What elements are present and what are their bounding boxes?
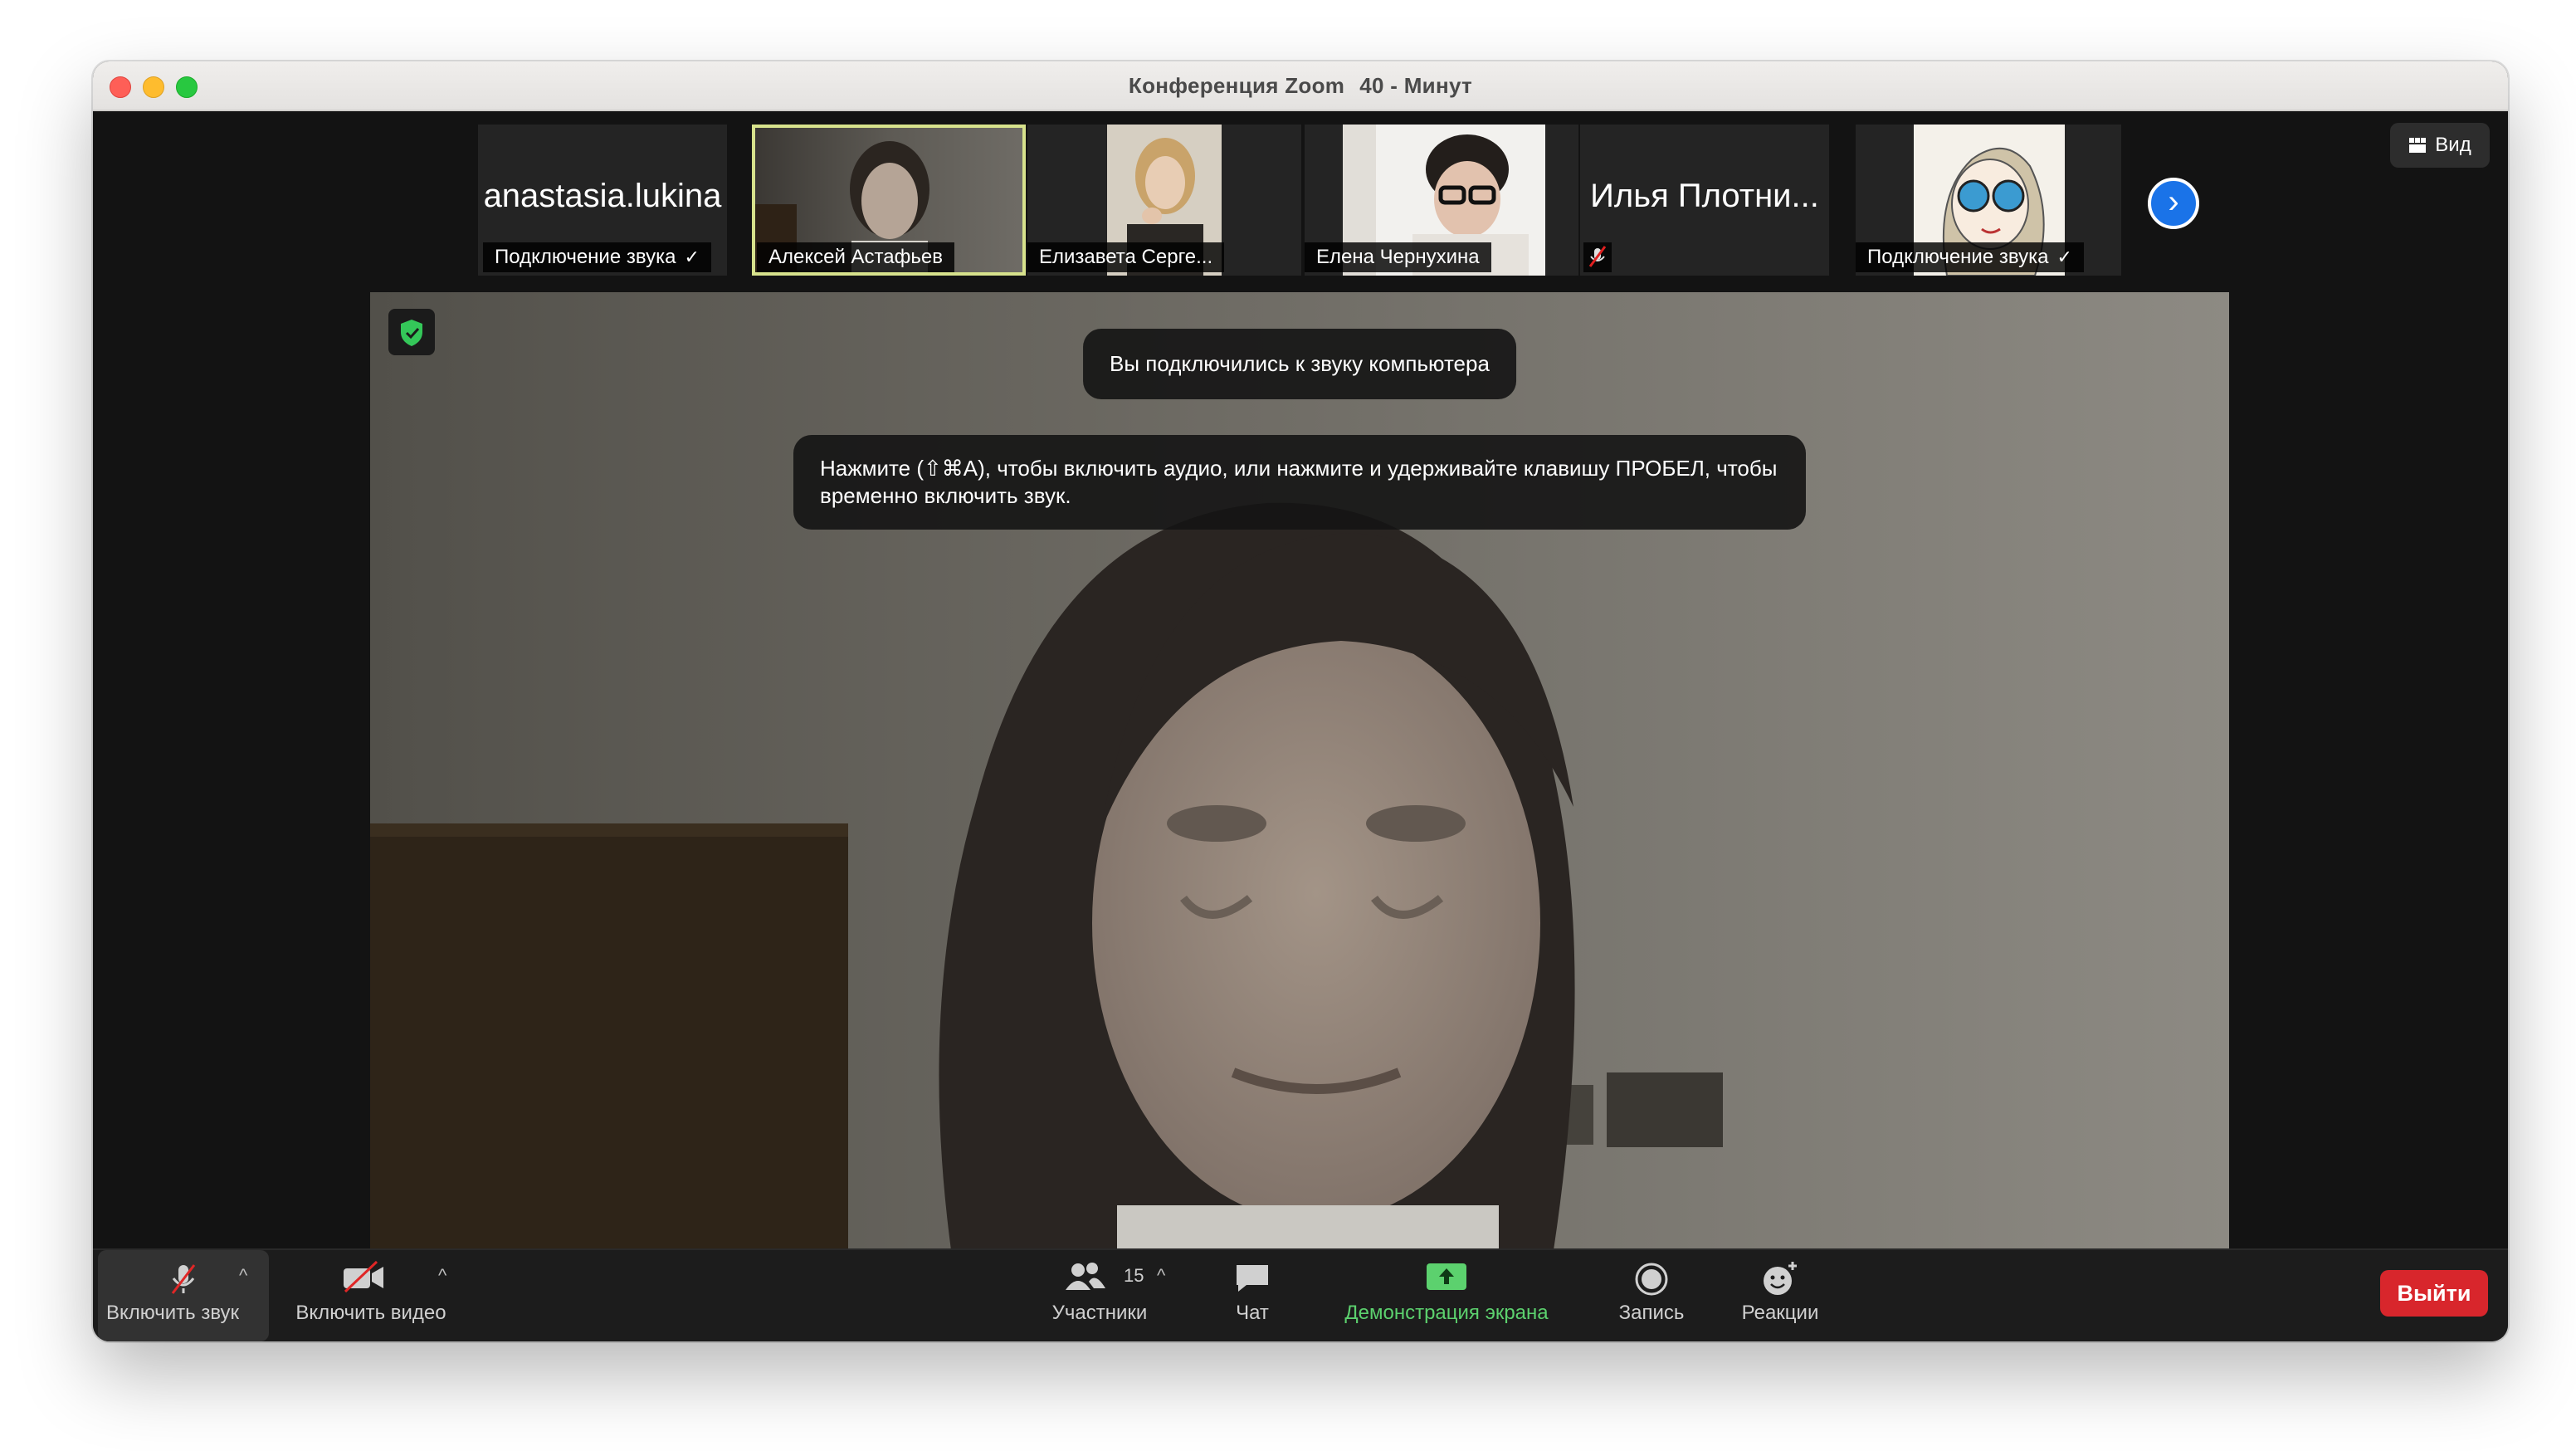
participant-caption: Подключение звука ✓ [1856, 242, 2084, 272]
video-options-caret[interactable]: ^ [438, 1265, 446, 1287]
participant-caption-text: Елена Чернухина [1316, 246, 1480, 268]
participant-tile-ilya[interactable]: Илья Плотни... [1580, 125, 1829, 276]
participant-tile-elizaveta[interactable]: Елизавета Серге... [1027, 125, 1301, 276]
participant-tile-aleksey[interactable]: Алексей Астафьев [752, 125, 1026, 276]
participant-name: anastasia.lukina [483, 178, 722, 214]
record-label: Запись [1618, 1302, 1685, 1324]
check-icon: ✓ [2056, 247, 2072, 267]
participants-count: 15 [1124, 1265, 1144, 1286]
participant-tile-anastasia[interactable]: anastasia.lukina Подключение звука ✓ [478, 125, 727, 276]
meeting-stage: anastasia.lukina Подключение звука ✓ Алек [93, 111, 2508, 1250]
leave-meeting-button[interactable]: Выйти [2380, 1270, 2488, 1317]
unmute-hint-toast: Нажмите (⇧⌘A), чтобы включить аудио, или… [793, 435, 1806, 530]
start-video-label: Включить видео [295, 1302, 446, 1324]
share-screen-button[interactable]: Демонстрация экрана [1320, 1250, 1573, 1341]
participant-caption-text: Алексей Астафьев [768, 246, 943, 268]
participants-button[interactable]: 15 ^ Участники [1022, 1250, 1177, 1341]
share-screen-label: Демонстрация экрана [1344, 1302, 1549, 1324]
audio-connected-toast: Вы подключились к звуку компьютера [1083, 329, 1516, 399]
participant-caption-text: Подключение звука [495, 246, 676, 268]
chat-button[interactable]: Чат [1215, 1250, 1290, 1341]
chevron-right-icon: › [2168, 183, 2179, 220]
active-speaker-video: Вы подключились к звуку компьютера Нажми… [370, 292, 2229, 1250]
participant-caption-text: Подключение звука [1867, 246, 2049, 268]
view-button[interactable]: Вид [2390, 123, 2490, 168]
participant-tile-avatar[interactable]: Подключение звука ✓ [1856, 125, 2121, 276]
video-off-icon [344, 1260, 383, 1293]
check-icon: ✓ [684, 247, 700, 267]
unmute-button[interactable]: ^ Включить звук [98, 1250, 269, 1341]
reactions-button[interactable]: Реакции [1726, 1250, 1834, 1341]
meeting-timer: 40 - Минут [1359, 73, 1473, 98]
meeting-toolbar: ^ Включить звук ^ Включить видео 15 ^ Уч… [93, 1248, 2508, 1341]
unmute-label: Включить звук [106, 1302, 240, 1324]
muted-mic-icon [1583, 242, 1612, 272]
view-grid-icon [2409, 138, 2427, 153]
security-shield-icon[interactable] [388, 309, 435, 355]
participant-caption-text: Елизавета Серге... [1039, 246, 1213, 268]
chat-icon [1237, 1265, 1268, 1292]
participants-icon [1066, 1263, 1105, 1290]
start-video-button[interactable]: ^ Включить видео [281, 1250, 461, 1341]
chat-label: Чат [1236, 1302, 1269, 1324]
window-title: Конференция Zoom 40 - Минут [93, 73, 2508, 99]
record-icon [1635, 1263, 1668, 1296]
muted-mic-icon [171, 1264, 196, 1294]
zoom-window: Конференция Zoom 40 - Минут anastasia.luk… [93, 61, 2508, 1341]
participant-caption: Елена Чернухина [1305, 242, 1491, 272]
participants-label: Участники [1051, 1302, 1148, 1324]
participant-tile-elena[interactable]: Елена Чернухина [1305, 125, 1578, 276]
record-button[interactable]: Запись [1603, 1250, 1700, 1341]
reactions-icon [1764, 1262, 1797, 1295]
audio-options-caret[interactable]: ^ [239, 1265, 247, 1287]
share-screen-icon [1427, 1263, 1466, 1290]
participants-options-caret[interactable]: ^ [1157, 1265, 1165, 1287]
title-bar: Конференция Zoom 40 - Минут [93, 61, 2508, 111]
reactions-label: Реакции [1741, 1302, 1819, 1324]
participant-caption: Елизавета Серге... [1027, 242, 1225, 272]
participant-caption: Алексей Астафьев [757, 242, 954, 272]
participant-name: Илья Плотни... [1590, 178, 1819, 214]
participant-caption: Подключение звука ✓ [483, 242, 711, 272]
view-button-label: Вид [2435, 134, 2471, 156]
window-title-text: Конференция Zoom [1128, 73, 1345, 98]
next-page-button[interactable]: › [2148, 178, 2199, 229]
